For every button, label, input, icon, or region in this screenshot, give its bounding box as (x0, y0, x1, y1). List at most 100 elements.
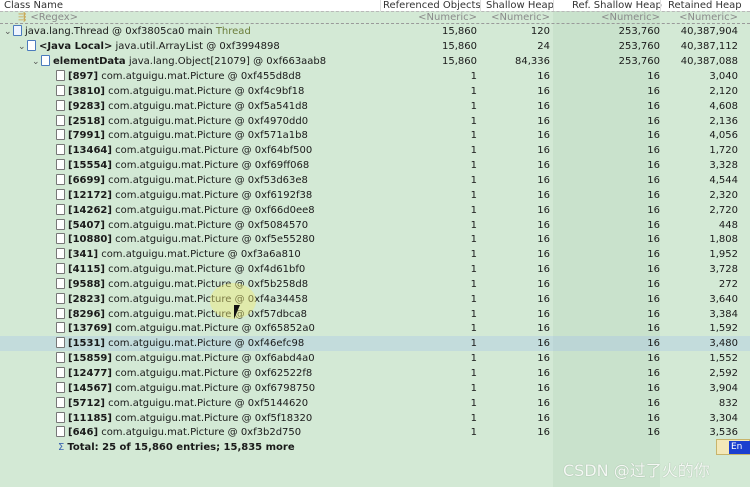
cell-referenced-objects: 1 (470, 85, 477, 97)
table-row[interactable]: [5712] com.atguigu.mat.Picture @ 0xf5144… (0, 396, 750, 411)
cell-ref-shallow-heap: 16 (647, 160, 660, 172)
filter-icon: ⇶ (18, 12, 27, 23)
cell-ref-shallow-heap: 253,760 (618, 26, 660, 37)
table-row[interactable]: [14262] com.atguigu.mat.Picture @ 0xf66d… (0, 203, 750, 218)
table-row[interactable]: [6699] com.atguigu.mat.Picture @ 0xf53d6… (0, 173, 750, 188)
cell-ref-shallow-heap: 16 (647, 249, 660, 261)
cell-shallow-heap: 16 (537, 85, 550, 97)
file-icon (56, 70, 65, 81)
table-row[interactable]: [646] com.atguigu.mat.Picture @ 0xf3b2d7… (0, 425, 750, 440)
cell-retained-heap: 3,304 (709, 412, 738, 424)
table-row[interactable]: [8296] com.atguigu.mat.Picture @ 0xf57db… (0, 307, 750, 322)
file-icon (56, 307, 65, 319)
file-icon (56, 188, 65, 200)
regex-filter-input[interactable]: <Regex> (30, 12, 78, 23)
table-row[interactable]: [10880] com.atguigu.mat.Picture @ 0xf5e5… (0, 232, 750, 247)
cell-referenced-objects: 1 (470, 100, 477, 112)
cell-referenced-objects: 1 (470, 234, 477, 246)
table-row[interactable]: [11185] com.atguigu.mat.Picture @ 0xf5f1… (0, 411, 750, 426)
table-row[interactable]: [7991] com.atguigu.mat.Picture @ 0xf571a… (0, 128, 750, 143)
cell-ref-shallow-heap: 16 (647, 323, 660, 335)
file-icon (56, 248, 65, 260)
cell-retained-heap: 40,387,088 (680, 56, 738, 67)
table-row[interactable]: [13464] com.atguigu.mat.Picture @ 0xf64b… (0, 143, 750, 158)
column-divider[interactable] (660, 0, 661, 11)
cell-ref-shallow-heap: 16 (647, 293, 660, 305)
element-data-row[interactable]: ⌄ elementData java.lang.Object[21079] @ 0… (0, 54, 750, 69)
file-icon (56, 337, 65, 349)
table-row[interactable]: [3810] com.atguigu.mat.Picture @ 0xf4c9b… (0, 84, 750, 99)
cell-referenced-objects: 1 (470, 368, 477, 379)
cell-referenced-objects: 1 (470, 189, 477, 201)
total-row[interactable]: Σ Total: 25 of 15,860 entries; 15,835 mor… (0, 440, 750, 455)
table-row[interactable]: [2823] com.atguigu.mat.Picture @ 0xf4a34… (0, 292, 750, 307)
cell-shallow-heap: 120 (530, 26, 550, 37)
sum-icon: Σ (58, 442, 65, 453)
file-icon (56, 114, 65, 126)
column-divider[interactable] (553, 0, 554, 11)
table-row[interactable]: [4115] com.atguigu.mat.Picture @ 0xf4d61… (0, 262, 750, 277)
cell-ref-shallow-heap: 16 (647, 397, 660, 409)
thread-row[interactable]: ⌄ java.lang.Thread @ 0xf3805ca0 main Thre… (0, 24, 750, 39)
object-icon (13, 25, 22, 36)
cell-shallow-heap: 16 (537, 160, 550, 172)
expand-chevron-icon[interactable]: ⌄ (18, 40, 27, 55)
table-row[interactable]: [15554] com.atguigu.mat.Picture @ 0xf69f… (0, 158, 750, 173)
table-row[interactable]: [9588] com.atguigu.mat.Picture @ 0xf5b25… (0, 277, 750, 292)
cell-shallow-heap: 16 (537, 308, 550, 320)
cell-ref-shallow-heap: 253,760 (618, 41, 660, 52)
cell-ref-shallow-heap: 16 (647, 115, 660, 127)
ime-indicator[interactable]: En (716, 439, 750, 455)
cell-ref-shallow-heap: <Numeric> (601, 12, 660, 23)
regex-filter-row[interactable]: ⇶ <Regex> <Numeric> <Numeric> <Numeric> <Nume… (0, 11, 750, 24)
table-row[interactable]: [15859] com.atguigu.mat.Picture @ 0xf6ab… (0, 351, 750, 366)
table-row[interactable]: [13769] com.atguigu.mat.Picture @ 0xf658… (0, 321, 750, 336)
file-icon (56, 99, 65, 111)
column-header-referenced-objects[interactable]: Referenced Objects (383, 0, 481, 11)
table-row[interactable]: [9283] com.atguigu.mat.Picture @ 0xf5a54… (0, 99, 750, 114)
table-row[interactable]: [12172] com.atguigu.mat.Picture @ 0xf619… (0, 188, 750, 203)
column-header-retained-heap[interactable]: Retained Heap (668, 0, 742, 11)
file-icon (56, 173, 65, 185)
column-header-class-name[interactable]: Class Name (4, 0, 63, 11)
cell-shallow-heap: 16 (537, 249, 550, 261)
cell-retained-heap: 4,056 (709, 130, 738, 142)
column-divider[interactable] (480, 0, 481, 11)
file-icon (56, 396, 65, 408)
cell-shallow-heap: 16 (537, 353, 550, 365)
file-icon (56, 159, 65, 171)
cell-referenced-objects: 1 (470, 427, 477, 439)
table-row[interactable]: [341] com.atguigu.mat.Picture @ 0xf3a6a8… (0, 247, 750, 262)
table-row[interactable]: [1531] com.atguigu.mat.Picture @ 0xf46ef… (0, 336, 750, 352)
cell-ref-shallow-heap: 16 (647, 85, 660, 97)
cell-shallow-heap: 16 (537, 368, 550, 379)
cell-referenced-objects: 1 (470, 278, 477, 290)
cell-retained-heap: 2,120 (709, 85, 738, 97)
table-row[interactable]: [12477] com.atguigu.mat.Picture @ 0xf625… (0, 366, 750, 381)
column-header-ref-shallow-heap[interactable]: Ref. Shallow Heap (572, 0, 662, 11)
cell-shallow-heap: 16 (537, 264, 550, 276)
file-icon (56, 203, 65, 215)
cell-retained-heap: 1,952 (709, 249, 738, 261)
cell-referenced-objects: 1 (470, 323, 477, 335)
column-divider[interactable] (380, 0, 381, 11)
cell-shallow-heap: 24 (537, 41, 550, 52)
table-row[interactable]: [14567] com.atguigu.mat.Picture @ 0xf679… (0, 381, 750, 396)
cell-shallow-heap: 16 (537, 293, 550, 305)
cell-shallow-heap: 16 (537, 427, 550, 439)
cell-referenced-objects: 1 (470, 115, 477, 127)
expand-chevron-icon[interactable]: ⌄ (4, 25, 13, 40)
cell-referenced-objects: 1 (470, 397, 477, 409)
column-header-shallow-heap[interactable]: Shallow Heap (486, 0, 554, 11)
table-row[interactable]: [897] com.atguigu.mat.Picture @ 0xf455d8… (0, 69, 750, 84)
java-local-row[interactable]: ⌄ <Java Local> java.util.ArrayList @ 0xf3… (0, 39, 750, 54)
table-row[interactable]: [2518] com.atguigu.mat.Picture @ 0xf4970… (0, 114, 750, 129)
table-row[interactable]: [5407] com.atguigu.mat.Picture @ 0xf5084… (0, 218, 750, 233)
cell-shallow-heap: 16 (537, 397, 550, 409)
cell-referenced-objects: 1 (470, 338, 477, 350)
cell-referenced-objects: 1 (470, 308, 477, 320)
file-icon (56, 233, 65, 245)
file-icon (56, 129, 65, 141)
file-icon (56, 277, 65, 289)
expand-chevron-icon[interactable]: ⌄ (32, 55, 41, 70)
